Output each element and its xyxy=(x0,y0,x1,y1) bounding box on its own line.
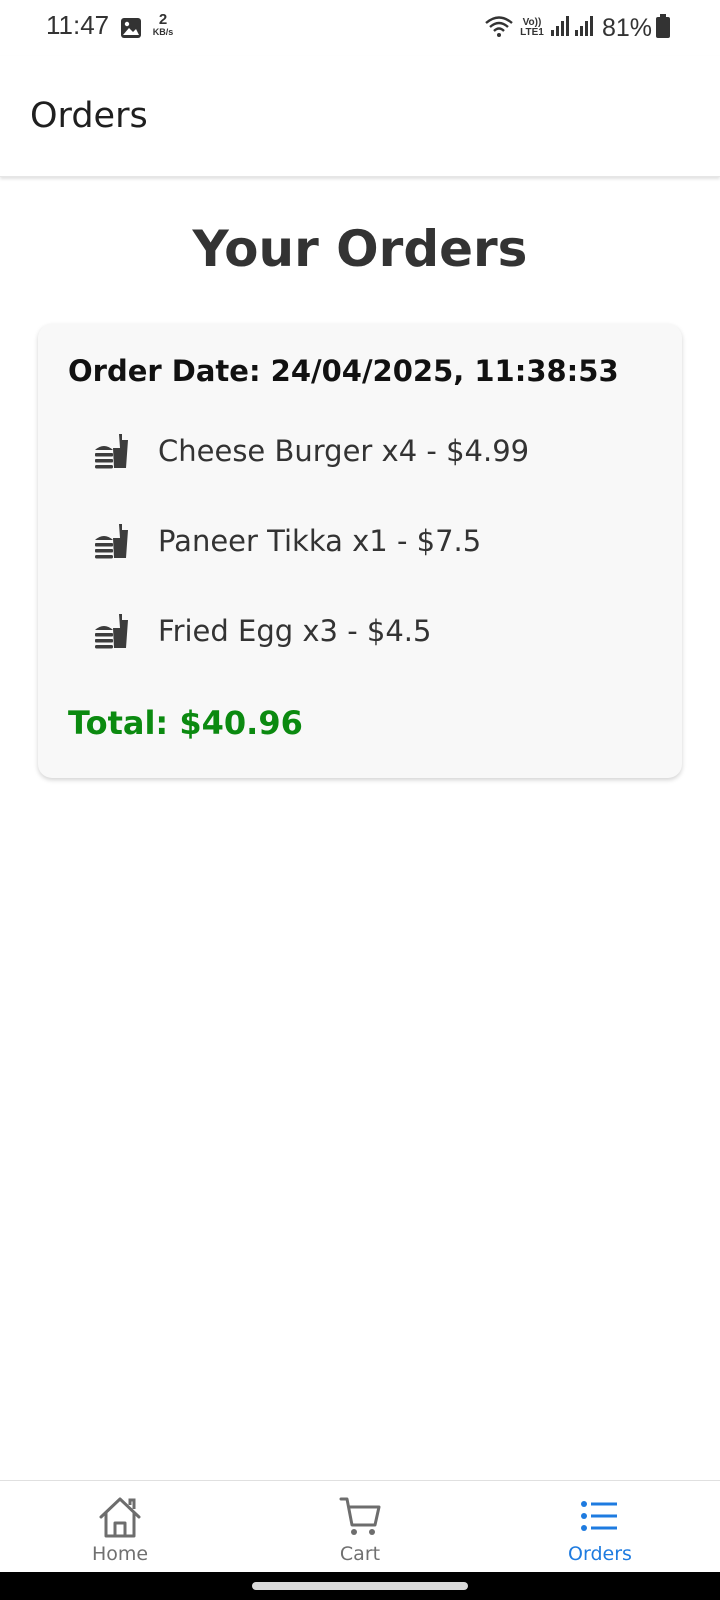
fastfood-icon xyxy=(94,434,130,474)
app-bar: Orders xyxy=(0,56,720,177)
order-item-text: Paneer Tikka x1 - $7.5 xyxy=(158,524,482,558)
order-card: Order Date: 24/04/2025, 11:38:53 Cheese … xyxy=(38,324,682,778)
list-item: Cheese Burger x4 - $4.99 xyxy=(38,434,682,524)
fastfood-icon xyxy=(94,524,130,564)
nav-cart-label: Cart xyxy=(339,1543,381,1565)
status-bar: 11:47 2 KB/s Vo)) LTE1 81% xyxy=(0,0,720,56)
order-item-text: Cheese Burger x4 - $4.99 xyxy=(158,434,530,468)
order-total: Total: $40.96 xyxy=(68,704,303,742)
system-gesture-bar xyxy=(0,1572,720,1600)
app-bar-title: Orders xyxy=(30,96,148,136)
order-item-text: Fried Egg x3 - $4.5 xyxy=(158,614,432,648)
signal-icon xyxy=(550,15,570,41)
order-items-list: Cheese Burger x4 - $4.99 Paneer Tikka x1… xyxy=(38,434,682,704)
nav-orders-label: Orders xyxy=(568,1543,632,1565)
nav-orders[interactable]: Orders xyxy=(480,1481,720,1573)
status-right-group: Vo)) LTE1 81% xyxy=(484,12,670,44)
wifi-icon xyxy=(484,14,514,42)
nav-home[interactable]: Home xyxy=(0,1481,240,1573)
network-speed-value: 2 xyxy=(158,11,168,28)
battery-icon xyxy=(656,14,670,42)
lte-label: LTE1 xyxy=(520,27,544,38)
home-icon xyxy=(97,1495,143,1543)
gesture-handle[interactable] xyxy=(252,1582,468,1590)
cart-icon xyxy=(337,1495,383,1543)
network-speed-unit: KB/s xyxy=(152,27,174,37)
battery-percent: 81% xyxy=(601,13,652,42)
volte-indicator: Vo)) LTE1 xyxy=(518,18,546,38)
signal-icon xyxy=(574,15,594,41)
fastfood-icon xyxy=(94,614,130,654)
list-icon xyxy=(577,1495,623,1543)
order-date: Order Date: 24/04/2025, 11:38:53 xyxy=(68,354,619,388)
list-item: Paneer Tikka x1 - $7.5 xyxy=(38,524,682,614)
nav-cart[interactable]: Cart xyxy=(240,1481,480,1573)
nav-home-label: Home xyxy=(91,1543,149,1565)
bottom-nav: Home Cart Orders xyxy=(0,1480,720,1573)
status-time: 11:47 xyxy=(46,10,110,40)
network-speed: 2 KB/s xyxy=(148,12,178,37)
list-item: Fried Egg x3 - $4.5 xyxy=(38,614,682,704)
gallery-icon xyxy=(120,17,142,43)
page-title: Your Orders xyxy=(192,220,528,278)
